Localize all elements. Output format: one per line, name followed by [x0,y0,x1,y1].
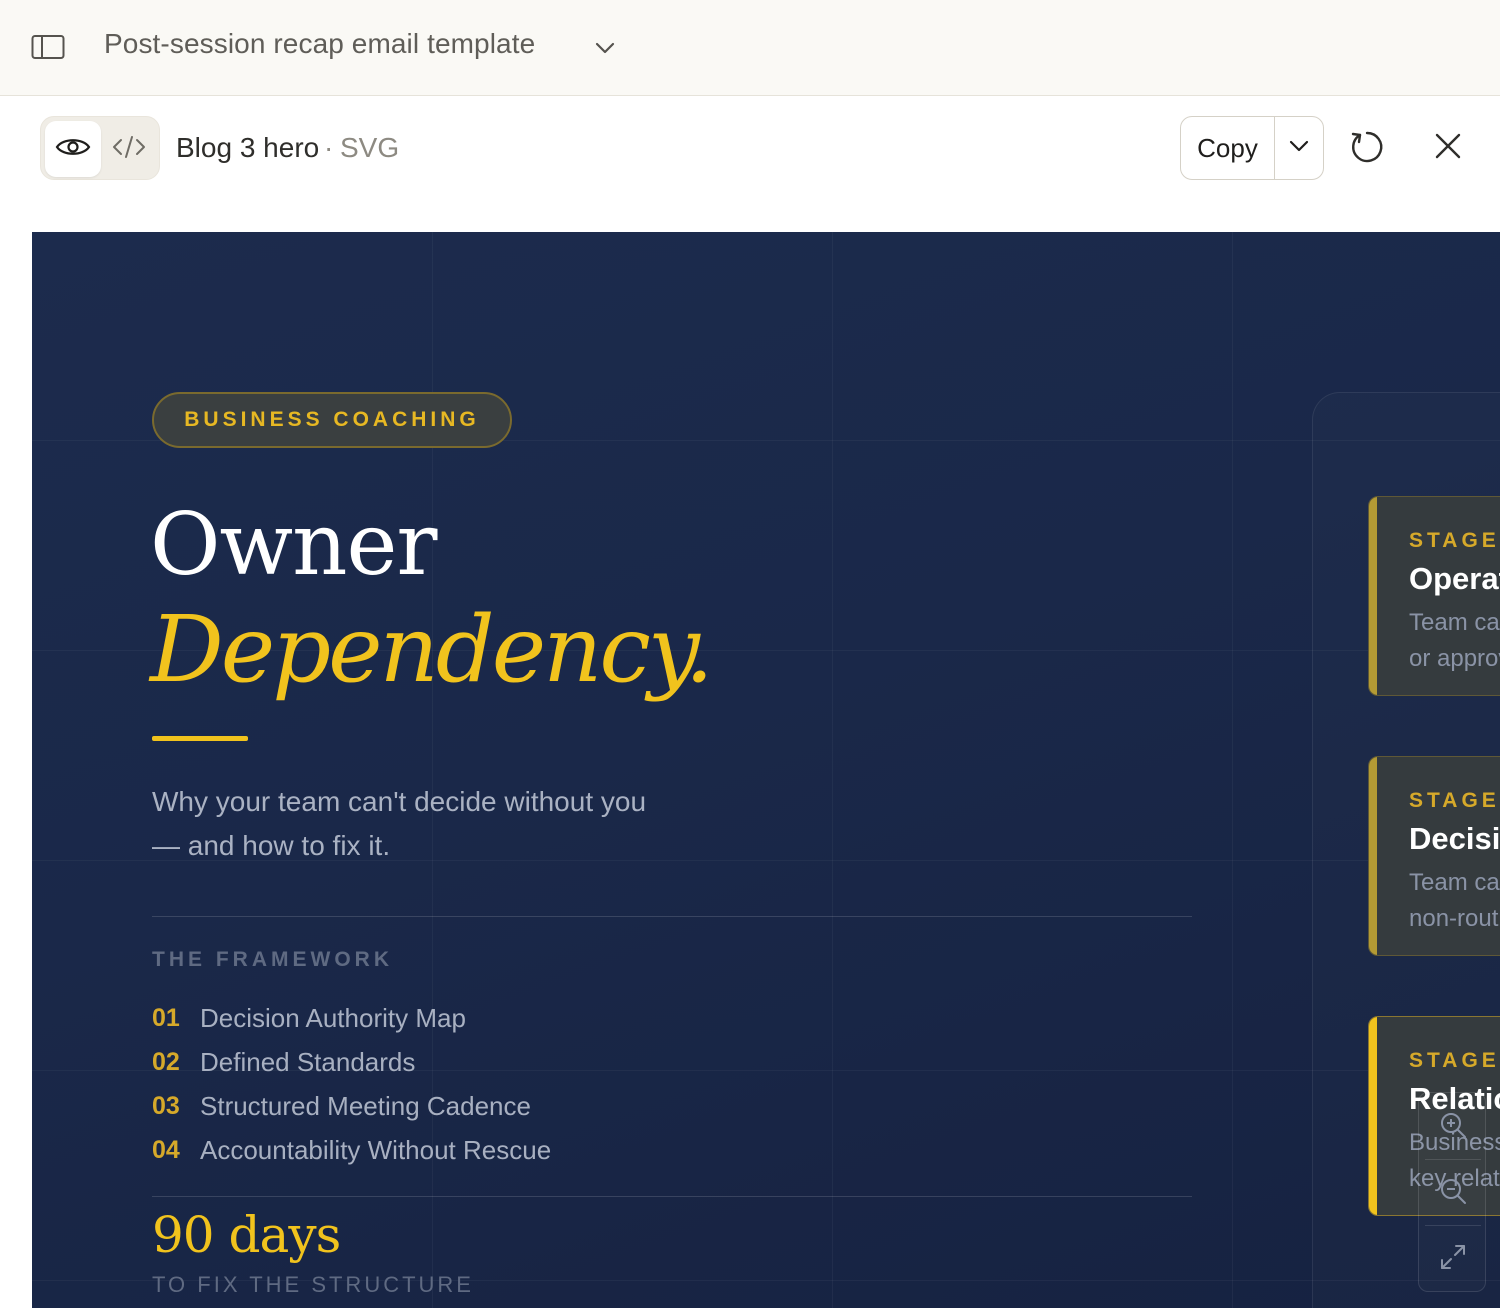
framework-text: Structured Meeting Cadence [200,1090,531,1121]
zoom-in-icon [1438,1110,1468,1145]
framework-text: Accountability Without Rescue [200,1134,552,1165]
refresh-icon [1349,129,1385,170]
stage-description: Team ca non-routi [1409,865,1500,937]
zoom-out-icon [1438,1176,1468,1211]
view-toggle [40,116,160,180]
framework-label: THE FRAMEWORK [152,948,393,971]
framework-text: Defined Standards [200,1046,416,1077]
category-tag: BUSINESS COACHING [152,392,512,448]
stage-accent-bar [1369,757,1377,955]
framework-number: 02 [152,1047,180,1076]
top-bar: Post-session recap email template [0,0,1500,96]
divider [1425,1159,1481,1160]
grid-line [832,232,833,1308]
zoom-in-button[interactable] [1419,1095,1487,1159]
code-tab[interactable] [101,121,157,177]
hero-title-line1: Owner [150,495,438,595]
chevron-down-icon[interactable] [592,36,618,60]
stage-card: STAGE Decisio Team ca non-routi [1368,756,1500,956]
stage-desc-line: Team ca [1409,609,1500,636]
code-icon [111,134,147,165]
sidebar-toggle-icon[interactable] [30,34,66,60]
grid-line [1232,232,1233,1308]
stage-eyebrow: STAGE [1409,789,1500,812]
framework-item: 02 Defined Standards [152,1040,551,1084]
copy-button-group: Copy [1180,116,1324,180]
framework-list: 01 Decision Authority Map 02 Defined Sta… [152,996,551,1172]
framework-number: 01 [152,1003,180,1032]
chevron-down-icon [1287,136,1311,161]
close-button[interactable] [1428,128,1468,168]
framework-number: 03 [152,1091,180,1120]
divider [1425,1225,1481,1226]
framework-item: 03 Structured Meeting Cadence [152,1084,551,1128]
stage-eyebrow: STAGE [1409,529,1500,552]
zoom-controls [1418,1092,1486,1292]
stage-title: Operat [1409,561,1500,596]
accent-rule [152,736,248,741]
hero-title-line2: Dependency. [150,596,714,703]
expand-icon [1438,1242,1468,1277]
stage-title: Decisio [1409,821,1500,856]
artifact-preview-canvas: BUSINESS COACHING Owner Dependency. Why … [32,232,1500,1308]
conversation-title[interactable]: Post-session recap email template [104,28,535,60]
artifact-type: SVG [340,132,400,163]
zoom-out-button[interactable] [1419,1161,1487,1225]
stat-label: TO FIX THE STRUCTURE [152,1272,474,1297]
stat-value: 90 days [152,1206,341,1264]
stage-desc-line: Team ca [1409,869,1500,896]
hero-subtitle: Why your team can't decide without you —… [152,786,647,861]
preview-tab[interactable] [45,121,101,177]
stage-accent-bar [1369,1017,1377,1215]
artifact-header: Blog 3 hero · SVG Copy [0,96,1500,232]
divider [152,916,1192,917]
stage-accent-bar [1369,497,1377,695]
copy-options-button[interactable] [1275,117,1323,179]
divider [152,1196,1192,1197]
stage-desc-line: or approv [1409,645,1500,672]
framework-text: Decision Authority Map [200,1002,466,1033]
refresh-button[interactable] [1346,128,1388,170]
eye-icon [55,135,91,164]
artifact-name: Blog 3 hero [176,132,320,163]
framework-item: 01 Decision Authority Map [152,996,551,1040]
artifact-separator: · [324,132,334,163]
fit-to-screen-button[interactable] [1419,1227,1487,1291]
framework-item: 04 Accountability Without Rescue [152,1128,551,1172]
stage-desc-line: non-routi [1409,905,1500,932]
stage-card: STAGE Operat Team ca or approv [1368,496,1500,696]
framework-number: 04 [152,1135,180,1164]
copy-button[interactable]: Copy [1181,117,1275,179]
stage-eyebrow: STAGE [1409,1049,1500,1072]
close-icon [1434,132,1462,165]
stage-description: Team ca or approv [1409,605,1500,677]
